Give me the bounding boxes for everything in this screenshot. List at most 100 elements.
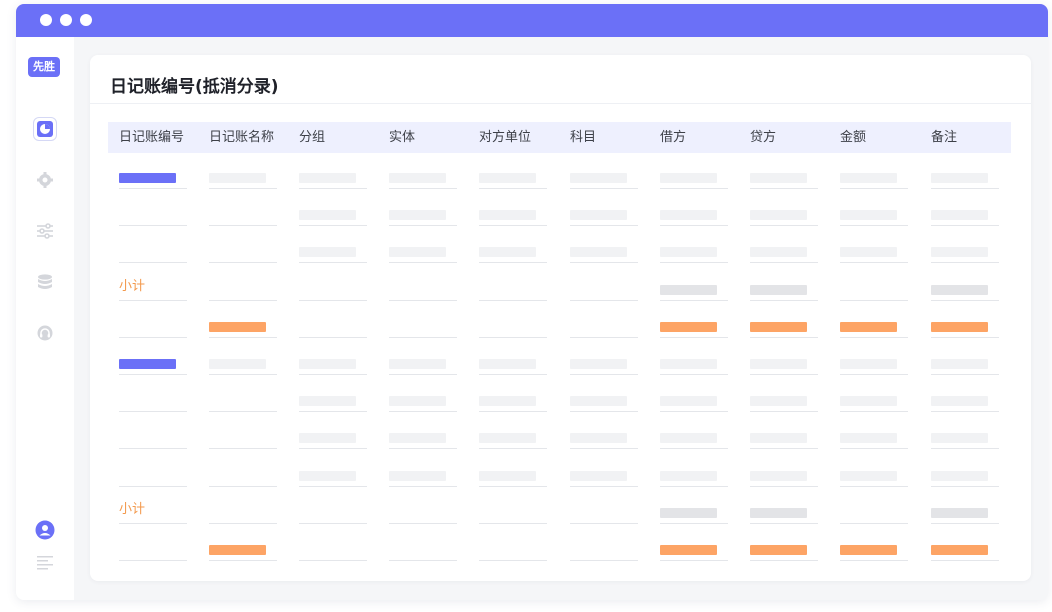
placeholder-cell[interactable] xyxy=(209,173,266,183)
placeholder-cell[interactable] xyxy=(750,284,807,295)
nav-settings[interactable] xyxy=(33,168,57,192)
placeholder-cell[interactable] xyxy=(299,433,356,444)
placeholder-cell[interactable] xyxy=(840,173,897,183)
placeholder-cell[interactable] xyxy=(840,470,897,481)
placeholder-cell[interactable] xyxy=(750,359,807,369)
placeholder-cell[interactable] xyxy=(931,173,988,183)
column-header[interactable]: 实体 xyxy=(389,122,415,153)
cell-divider xyxy=(840,188,908,189)
placeholder-cell[interactable] xyxy=(479,247,536,258)
column-header[interactable]: 日记账编号 xyxy=(119,122,184,153)
placeholder-cell[interactable] xyxy=(299,247,356,258)
total-value-cell[interactable] xyxy=(660,545,717,555)
journal-id-cell[interactable] xyxy=(119,359,176,369)
nav-profile[interactable] xyxy=(33,518,57,542)
nav-sliders[interactable] xyxy=(33,219,57,243)
column-header[interactable]: 分组 xyxy=(299,122,325,153)
column-header[interactable]: 备注 xyxy=(931,122,957,153)
placeholder-cell[interactable] xyxy=(750,247,807,258)
placeholder-cell[interactable] xyxy=(750,396,807,407)
placeholder-cell[interactable] xyxy=(570,247,627,258)
panel-title: 日记账编号(抵消分录) xyxy=(110,77,279,97)
placeholder-cell[interactable] xyxy=(840,396,897,407)
column-header[interactable]: 日记账名称 xyxy=(209,122,274,153)
placeholder-cell[interactable] xyxy=(209,359,266,369)
placeholder-cell[interactable] xyxy=(479,470,536,481)
total-value-cell[interactable] xyxy=(209,545,266,555)
column-header[interactable]: 科目 xyxy=(570,122,596,153)
placeholder-cell[interactable] xyxy=(389,247,446,258)
placeholder-cell[interactable] xyxy=(931,507,988,518)
placeholder-cell[interactable] xyxy=(479,173,536,183)
placeholder-cell[interactable] xyxy=(299,470,356,481)
column-header[interactable]: 金额 xyxy=(840,122,866,153)
nav-database[interactable] xyxy=(33,270,57,294)
placeholder-cell[interactable] xyxy=(840,359,897,369)
placeholder-cell[interactable] xyxy=(840,210,897,221)
placeholder-cell[interactable] xyxy=(479,210,536,221)
placeholder-cell[interactable] xyxy=(931,396,988,407)
placeholder-cell[interactable] xyxy=(299,359,356,369)
total-value-cell[interactable] xyxy=(750,321,807,332)
total-value-cell[interactable] xyxy=(750,545,807,555)
placeholder-cell[interactable] xyxy=(660,284,717,295)
placeholder-cell[interactable] xyxy=(750,210,807,221)
column-header[interactable]: 借方 xyxy=(660,122,686,153)
placeholder-cell[interactable] xyxy=(479,396,536,407)
placeholder-cell[interactable] xyxy=(660,507,717,518)
column-header[interactable]: 贷方 xyxy=(750,122,776,153)
total-value-cell[interactable] xyxy=(209,321,266,332)
placeholder-cell[interactable] xyxy=(570,173,627,183)
total-value-cell[interactable] xyxy=(660,321,717,332)
window-control-dot[interactable] xyxy=(40,14,52,26)
total-value-cell[interactable] xyxy=(931,321,988,332)
placeholder-cell[interactable] xyxy=(931,210,988,221)
subtotal-label: 小计 xyxy=(119,278,146,294)
placeholder-cell[interactable] xyxy=(479,433,536,444)
placeholder-cell[interactable] xyxy=(660,433,717,444)
placeholder-cell[interactable] xyxy=(750,173,807,183)
placeholder-cell[interactable] xyxy=(750,470,807,481)
placeholder-cell[interactable] xyxy=(389,433,446,444)
placeholder-cell[interactable] xyxy=(389,173,446,183)
nav-menu[interactable] xyxy=(33,550,57,574)
placeholder-cell[interactable] xyxy=(299,396,356,407)
placeholder-cell[interactable] xyxy=(389,210,446,221)
nav-headset[interactable] xyxy=(33,321,57,345)
placeholder-cell[interactable] xyxy=(299,210,356,221)
placeholder-cell[interactable] xyxy=(660,173,717,183)
placeholder-cell[interactable] xyxy=(931,470,988,481)
placeholder-cell[interactable] xyxy=(570,210,627,221)
placeholder-cell[interactable] xyxy=(299,173,356,183)
placeholder-cell[interactable] xyxy=(570,433,627,444)
column-header[interactable]: 对方单位 xyxy=(479,122,531,153)
total-value-cell[interactable] xyxy=(840,321,897,332)
placeholder-cell[interactable] xyxy=(660,470,717,481)
placeholder-cell[interactable] xyxy=(389,470,446,481)
placeholder-cell[interactable] xyxy=(840,247,897,258)
placeholder-cell[interactable] xyxy=(931,247,988,258)
cell-divider xyxy=(660,448,728,450)
placeholder-cell[interactable] xyxy=(931,284,988,295)
nav-pie-chart[interactable] xyxy=(33,117,57,141)
placeholder-cell[interactable] xyxy=(570,396,627,407)
placeholder-cell[interactable] xyxy=(570,470,627,481)
total-value-cell[interactable] xyxy=(931,545,988,555)
placeholder-cell[interactable] xyxy=(931,433,988,444)
placeholder-cell[interactable] xyxy=(389,359,446,369)
placeholder-cell[interactable] xyxy=(660,359,717,369)
journal-id-cell[interactable] xyxy=(119,173,176,183)
placeholder-cell[interactable] xyxy=(660,210,717,221)
placeholder-cell[interactable] xyxy=(840,433,897,444)
placeholder-cell[interactable] xyxy=(750,507,807,518)
window-control-dot[interactable] xyxy=(80,14,92,26)
placeholder-cell[interactable] xyxy=(389,396,446,407)
placeholder-cell[interactable] xyxy=(931,359,988,369)
total-value-cell[interactable] xyxy=(840,545,897,555)
placeholder-cell[interactable] xyxy=(750,433,807,444)
window-control-dot[interactable] xyxy=(60,14,72,26)
placeholder-cell[interactable] xyxy=(660,396,717,407)
placeholder-cell[interactable] xyxy=(570,359,627,369)
placeholder-cell[interactable] xyxy=(479,359,536,369)
placeholder-cell[interactable] xyxy=(660,247,717,258)
